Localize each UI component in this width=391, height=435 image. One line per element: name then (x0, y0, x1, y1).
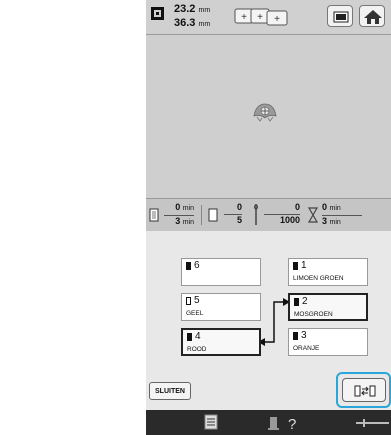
status-bar: ? (146, 410, 391, 435)
close-button[interactable]: SLUITEN (149, 382, 191, 400)
height-value: 36.3 (174, 17, 196, 29)
design-dimensions: 23.2 mm 36.3 mm (174, 3, 210, 31)
color-slot-6[interactable]: 6 (181, 258, 261, 286)
menu-icon[interactable] (354, 418, 391, 428)
spool-icon (186, 262, 191, 270)
list-icon[interactable] (204, 414, 218, 430)
embroidery-preview (146, 35, 391, 198)
spool-icon (294, 298, 299, 306)
color-sequence-panel: 6 5 GEEL 4 ROOD 1 LIMOEN GROEN 2 MOSGROE… (146, 231, 391, 381)
color-slot-5[interactable]: 5 GEEL (181, 293, 261, 321)
size-icon (151, 7, 164, 20)
needle-icon (254, 204, 258, 225)
svg-text:+: + (257, 12, 263, 23)
divider (201, 205, 202, 225)
color-slot-1[interactable]: 1 LIMOEN GROEN (288, 258, 368, 286)
spool-icon (293, 332, 298, 340)
bottom-actions: SLUITEN (146, 362, 391, 410)
top-bar: 23.2 mm 36.3 mm + + + (146, 0, 391, 35)
remaining-time: 0 min 3 min (322, 202, 362, 228)
spool-icon (187, 333, 192, 341)
width-unit: mm (198, 7, 211, 14)
spool-icon (293, 262, 298, 270)
swap-highlight (336, 372, 391, 408)
progress-stats: 0 min 3 min 0 5 0 1000 0 min 3 min (146, 198, 391, 232)
spool-icon (208, 208, 218, 222)
hourglass-icon (308, 207, 318, 223)
frame-icon (333, 11, 349, 23)
frame-button[interactable] (327, 5, 353, 27)
home-icon (364, 10, 382, 24)
color-slot-4[interactable]: 4 ROOD (181, 328, 261, 356)
help-icon[interactable]: ? (268, 414, 298, 432)
embroidery-screen: 23.2 mm 36.3 mm + + + 0 min 3 min 0 5 0 … (146, 0, 391, 435)
color-counter: 0 5 (224, 202, 242, 226)
swap-colors-button[interactable] (342, 378, 386, 402)
swap-icon (354, 385, 376, 397)
spool-icon (149, 208, 159, 222)
svg-text:+: + (274, 14, 280, 25)
color-slot-3[interactable]: 3 ORANJE (288, 328, 368, 356)
svg-text:+: + (241, 12, 247, 23)
height-unit: mm (198, 21, 211, 28)
home-button[interactable] (359, 5, 385, 27)
stitch-counter: 0 1000 (264, 202, 300, 226)
embroidery-design-icon (253, 103, 277, 122)
width-value: 23.2 (174, 3, 196, 15)
color-slot-2[interactable]: 2 MOSGROEN (288, 293, 368, 321)
combine-icon[interactable]: + + + (234, 8, 290, 26)
svg-text:?: ? (288, 416, 296, 432)
time-counter: 0 min 3 min (164, 202, 194, 228)
spool-icon (186, 297, 191, 305)
